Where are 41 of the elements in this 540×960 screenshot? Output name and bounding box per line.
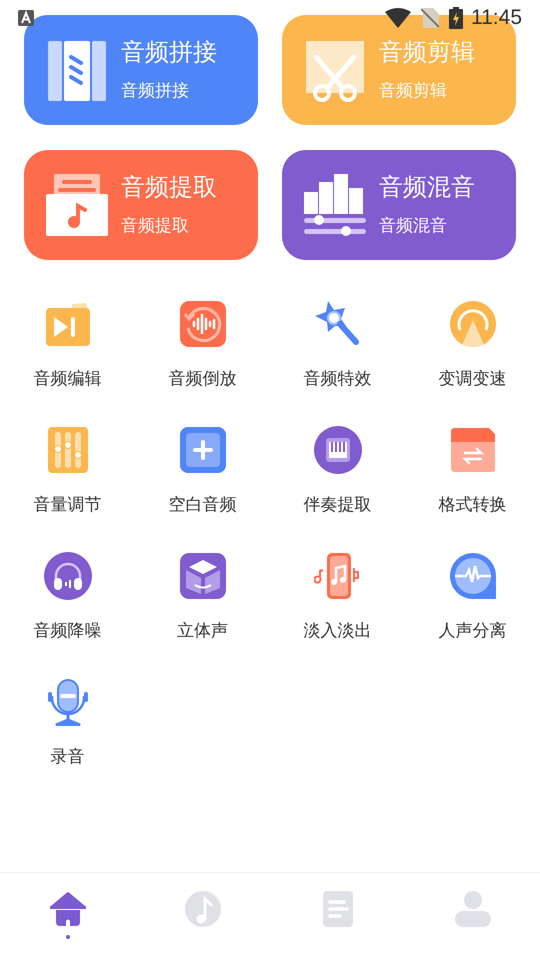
tool-label[interactable]: 录音 [50, 744, 84, 770]
card-title: 音频提取 [121, 173, 217, 203]
card-subtitle: 音频剪辑 [379, 80, 448, 102]
magic-wand-icon[interactable] [314, 300, 362, 348]
tool-label[interactable]: 空白音频 [168, 492, 236, 518]
tool-label[interactable]: 格式转换 [438, 492, 506, 518]
card-title: 音频混音 [379, 173, 475, 203]
file-convert-icon[interactable] [448, 426, 496, 474]
person-icon [454, 891, 490, 927]
no-sim-icon [421, 8, 439, 28]
tool-label[interactable]: 音频降噪 [34, 618, 102, 644]
card-subtitle: 音频提取 [121, 215, 190, 237]
house-icon [50, 891, 86, 927]
battery-icon [449, 7, 463, 29]
tool-label[interactable]: 立体声 [177, 618, 228, 644]
plus-icon[interactable] [178, 426, 226, 474]
tool-label[interactable]: 音频特效 [304, 366, 372, 392]
wifi-icon [385, 8, 411, 28]
card-subtitle: 音频拼接 [121, 80, 190, 102]
tool-label[interactable]: 音频编辑 [34, 366, 102, 392]
rewind-icon[interactable] [178, 300, 226, 348]
music-note-icon [184, 891, 220, 927]
piano-icon[interactable] [314, 426, 362, 474]
tool-label[interactable]: 音频倒放 [168, 366, 236, 392]
keyboard-icon [18, 10, 34, 26]
phone-note-icon[interactable] [314, 552, 362, 600]
tool-label[interactable]: 音量调节 [34, 492, 102, 518]
tool-label[interactable]: 变调变速 [438, 366, 506, 392]
card-subtitle: 音频混音 [379, 215, 448, 237]
chat-wave-icon[interactable] [448, 552, 496, 600]
card-title: 音频剪辑 [379, 38, 475, 68]
headphones-icon[interactable] [44, 552, 92, 600]
feature-card[interactable]: 音频混音 音频混音 [282, 150, 516, 260]
tool-label[interactable]: 伴奏提取 [304, 492, 372, 518]
nav-tab[interactable] [50, 891, 86, 939]
card-title: 音频拼接 [121, 38, 217, 68]
gauge-icon[interactable] [448, 300, 496, 348]
video-play-icon[interactable] [44, 300, 92, 348]
tool-label[interactable]: 人声分离 [438, 618, 506, 644]
cube-icon[interactable] [178, 552, 226, 600]
tool-label[interactable]: 淡入淡出 [304, 618, 372, 644]
